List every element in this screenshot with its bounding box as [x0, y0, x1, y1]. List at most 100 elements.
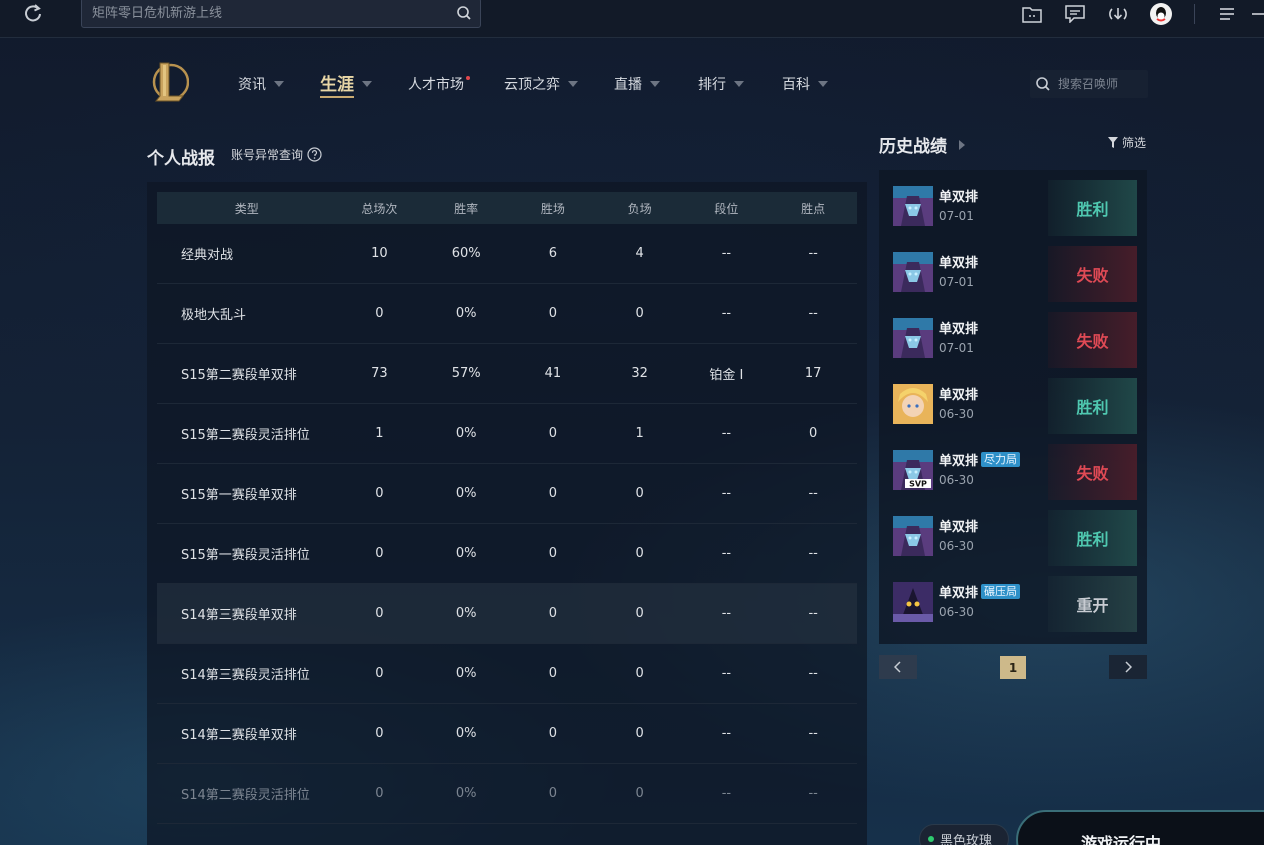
table-cell: 0: [635, 606, 644, 621]
summoner-search-input[interactable]: [1058, 77, 1148, 91]
nav-item-tft[interactable]: 云顶之弈: [504, 74, 578, 94]
top-right-icons: [1000, 2, 1264, 26]
table-cell: 0: [548, 726, 558, 741]
table-cell: 0: [548, 606, 558, 621]
match-result: 重开: [1048, 576, 1137, 632]
match-item[interactable]: 单双排 07-01 失败: [893, 312, 1137, 368]
notification-dot: [466, 76, 470, 80]
nav-item-talent-market[interactable]: 人才市场: [408, 74, 470, 94]
table-cell: S14第三赛段单双排: [181, 608, 297, 623]
table-cell: 57%: [451, 366, 481, 381]
search-box[interactable]: [81, 0, 481, 28]
match-item[interactable]: 单双排 07-01 胜利: [893, 180, 1137, 236]
refresh-icon[interactable]: [22, 3, 44, 25]
table-row: S14第二赛段单双排 0 0% 0 0 -- --: [157, 704, 857, 764]
svg-text:SVP: SVP: [909, 480, 927, 489]
chevron-down-icon: [734, 81, 744, 87]
history-title[interactable]: 历史战绩: [879, 132, 965, 157]
search-input[interactable]: [82, 0, 480, 27]
nav-item-rankings[interactable]: 排行: [698, 74, 744, 94]
match-item[interactable]: 单双排 06-30 胜利: [893, 378, 1137, 434]
table-cell: 73: [371, 366, 388, 381]
table-cell: 0%: [455, 426, 477, 441]
table-row: S15第二赛段灵活排位 1 0% 0 1 -- 0: [157, 404, 857, 464]
chevron-down-icon: [362, 81, 372, 87]
main-nav: 资讯 生涯 人才市场 云顶之弈 直播 排行 百科: [238, 70, 828, 98]
chevron-down-icon: [274, 81, 284, 87]
league-logo[interactable]: [151, 60, 189, 104]
nav-item-career[interactable]: 生涯: [320, 70, 372, 98]
nav-item-news[interactable]: 资讯: [238, 74, 284, 94]
table-cell: 0%: [455, 606, 477, 621]
match-result: 失败: [1048, 246, 1137, 302]
match-date: 06-30: [939, 539, 974, 553]
table-cell: 10: [371, 246, 388, 261]
table-cell: 0: [635, 486, 644, 501]
table-row: 经典对战 10 60% 6 4 -- --: [157, 224, 857, 284]
table-cell: 0%: [455, 486, 477, 501]
stats-table: 类型 总场次 胜率 胜场 负场 段位 胜点 经典对战 10 60% 6 4 -- -- 极地大…: [157, 192, 857, 824]
table-cell: 铂金 Ⅰ: [709, 368, 744, 383]
account-check-link[interactable]: 账号异常查询: [231, 146, 322, 163]
history-title-label: 历史战绩: [879, 137, 947, 157]
table-cell: 0: [635, 306, 644, 321]
nav-item-live[interactable]: 直播: [614, 74, 660, 94]
match-item[interactable]: SVP 单双排 尽力局 06-30 失败: [893, 444, 1137, 500]
summoner-search[interactable]: [1030, 70, 1148, 98]
match-result: 胜利: [1048, 510, 1137, 566]
table-cell: --: [808, 786, 818, 801]
table-cell: S14第三赛段灵活排位: [181, 668, 310, 683]
table-cell: --: [721, 486, 732, 501]
nav-item-label: 资讯: [238, 77, 266, 93]
download-icon[interactable]: [1107, 3, 1129, 25]
chevron-right-icon: [1125, 661, 1132, 673]
table-cell: --: [808, 546, 818, 561]
table-cell: 0%: [455, 546, 477, 561]
champion-avatar: [893, 582, 933, 622]
search-icon[interactable]: [456, 5, 472, 21]
match-item[interactable]: 单双排 07-01 失败: [893, 246, 1137, 302]
filter-button[interactable]: 筛选: [1108, 134, 1146, 151]
table-cell: 0: [635, 546, 644, 561]
game-running-button[interactable]: 游戏运行中: [1016, 810, 1264, 845]
chevron-down-icon: [568, 81, 578, 87]
pager-page-button[interactable]: 1: [1000, 656, 1026, 679]
table-cell: --: [721, 306, 732, 321]
table-cell: 0: [375, 606, 384, 621]
table-cell: 41: [544, 366, 562, 381]
table-cell: --: [721, 786, 732, 801]
nav-item-wiki[interactable]: 百科: [782, 74, 828, 94]
message-icon[interactable]: [1064, 3, 1086, 25]
table-cell: 0: [548, 546, 558, 561]
online-dot: [928, 836, 934, 842]
pager-next-button[interactable]: [1109, 655, 1147, 679]
table-cell: 4: [635, 246, 644, 261]
table-cell: S15第二赛段灵活排位: [181, 428, 310, 443]
champion-avatar: SVP: [893, 450, 933, 490]
table-cell: 0: [635, 666, 644, 681]
nav-item-label: 云顶之弈: [504, 77, 560, 93]
qq-avatar-icon[interactable]: [1150, 3, 1172, 25]
minimize-icon[interactable]: [1252, 3, 1264, 25]
table-cell: 0: [548, 666, 558, 681]
friend-status-pill[interactable]: 黑色玫瑰: [919, 824, 1009, 845]
help-icon[interactable]: [307, 147, 322, 162]
match-type-label: 单双排: [939, 322, 979, 337]
pager-prev-button[interactable]: [879, 655, 917, 679]
match-type-label: 单双排: [939, 454, 979, 469]
match-tag-badge: 尽力局: [981, 452, 1021, 467]
match-item[interactable]: 单双排 碾压局 06-30 重开: [893, 576, 1137, 632]
column-header: 段位: [714, 201, 739, 216]
table-cell: 1: [375, 426, 384, 441]
match-type-label: 单双排: [939, 388, 979, 403]
menu-icon[interactable]: [1216, 3, 1238, 25]
nav-item-label: 直播: [614, 77, 642, 93]
match-date: 06-30: [939, 407, 974, 421]
search-icon[interactable]: [1030, 76, 1058, 92]
match-date: 06-30: [939, 605, 974, 619]
match-item[interactable]: 单双排 06-30 胜利: [893, 510, 1137, 566]
match-result: 失败: [1048, 444, 1137, 500]
column-header: 胜率: [454, 201, 479, 216]
match-result: 胜利: [1048, 180, 1137, 236]
folder-icon[interactable]: [1021, 3, 1043, 25]
